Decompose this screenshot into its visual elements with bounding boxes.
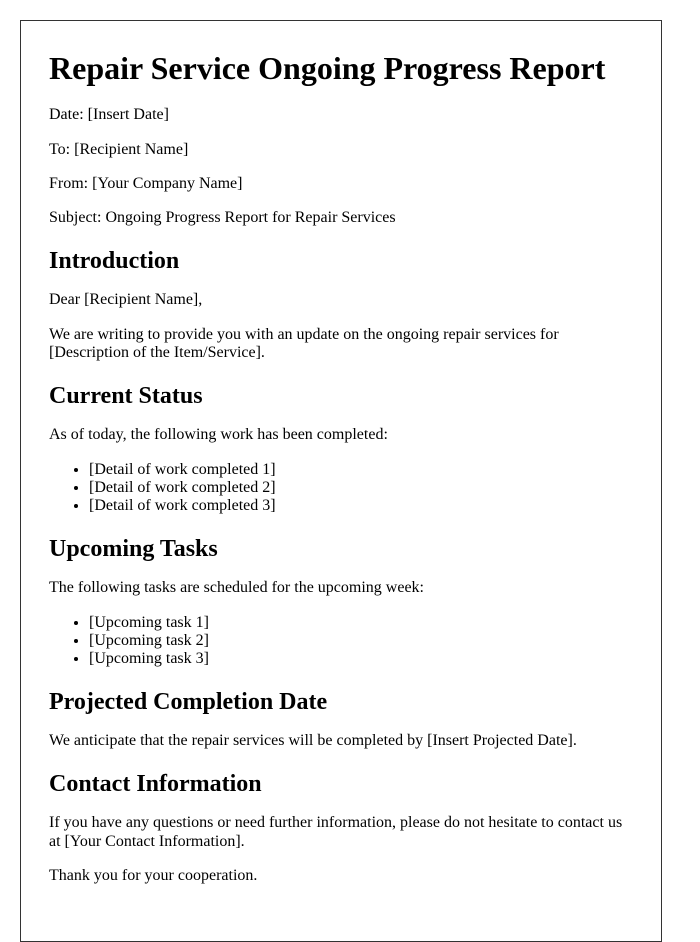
date-line: Date: [Insert Date] (49, 106, 633, 124)
from-value: [Your Company Name] (92, 174, 243, 192)
document-title: Repair Service Ongoing Progress Report (49, 50, 606, 86)
introduction-heading: Introduction (49, 247, 180, 274)
section-projected-completion: Projected Completion Date We anticipate … (49, 689, 633, 751)
section-introduction: Introduction Dear [Recipient Name], We a… (49, 248, 633, 363)
salutation: Dear [Recipient Name], (49, 291, 203, 309)
current-status-intro: As of today, the following work has been… (49, 426, 388, 444)
date-value: [Insert Date] (87, 106, 169, 124)
section-upcoming-tasks: Upcoming Tasks The following tasks are s… (49, 536, 633, 669)
current-status-heading: Current Status (49, 382, 203, 409)
section-contact-information: Contact Information If you have any ques… (49, 771, 633, 886)
date-label: Date: (49, 106, 84, 124)
from-label: From: (49, 174, 89, 192)
projected-completion-heading: Projected Completion Date (49, 688, 328, 715)
upcoming-tasks-heading: Upcoming Tasks (49, 535, 218, 562)
list-item: [Detail of work completed 3] (89, 497, 633, 515)
from-line: From: [Your Company Name] (49, 175, 633, 193)
introduction-body: We are writing to provide you with an up… (49, 325, 559, 362)
contact-information-body: If you have any questions or need furthe… (49, 814, 623, 850)
to-label: To: (49, 140, 71, 158)
projected-completion-body: We anticipate that the repair services w… (49, 732, 577, 750)
to-value: [Recipient Name] (74, 140, 189, 158)
section-current-status: Current Status As of today, the followin… (49, 383, 633, 516)
upcoming-tasks-list: [Upcoming task 1] [Upcoming task 2] [Upc… (49, 614, 633, 669)
upcoming-tasks-intro: The following tasks are scheduled for th… (49, 579, 424, 597)
list-item: [Detail of work completed 1] (89, 461, 633, 479)
letter-container: Repair Service Ongoing Progress Report D… (20, 20, 662, 942)
closing-line: Thank you for your cooperation. (49, 867, 258, 885)
subject-value: Ongoing Progress Report for Repair Servi… (105, 209, 396, 227)
subject-label: Subject: (49, 209, 102, 227)
subject-line: Subject: Ongoing Progress Report for Rep… (49, 209, 633, 227)
list-item: [Upcoming task 3] (89, 650, 633, 668)
list-item: [Detail of work completed 2] (89, 479, 633, 497)
completed-work-list: [Detail of work completed 1] [Detail of … (49, 461, 633, 516)
to-line: To: [Recipient Name] (49, 141, 633, 159)
list-item: [Upcoming task 2] (89, 632, 633, 650)
contact-information-heading: Contact Information (49, 770, 262, 797)
list-item: [Upcoming task 1] (89, 614, 633, 632)
